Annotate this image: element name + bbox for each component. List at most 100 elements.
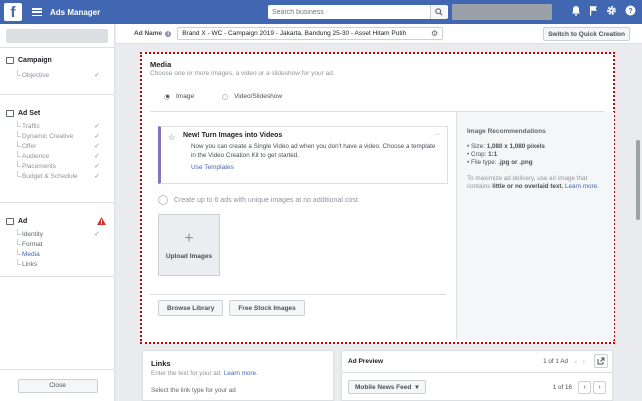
sidebar-section-ad: Ad Identity ✓ Format Media Links [0, 203, 114, 277]
info-icon[interactable]: i [165, 30, 172, 37]
search-button[interactable] [430, 5, 446, 19]
upload-images-button[interactable]: + Upload Images [158, 214, 220, 276]
campaign-icon [6, 56, 14, 64]
notice-title: New! Turn Images into Videos [183, 132, 283, 139]
use-templates-link[interactable]: Use Templates [191, 164, 439, 171]
top-icons: ? [571, 5, 636, 16]
sidebar-section-adset: Ad Set Traffic ✓ Dynamic Creative ✓ Offer ✓… [0, 95, 114, 203]
sidebar-item-media[interactable]: Media [6, 249, 108, 259]
facebook-logo-icon[interactable]: f [4, 3, 22, 21]
radio-selected-icon [164, 93, 170, 100]
sidebar-item-traffic[interactable]: Traffic ✓ [6, 121, 108, 131]
recommendations-list: • Size: 1,080 x 1,080 pixels • Crop: 1:1… [467, 143, 604, 167]
ad-name-input[interactable]: Brand X - WC - Campaign 2019 - Jakarta, … [177, 27, 444, 40]
sidebar-item-campaign[interactable]: Campaign [6, 54, 108, 66]
check-icon: ✓ [94, 143, 100, 150]
top-bar: f Ads Manager ? [0, 0, 642, 24]
recommendations-note: To maximize ad delivery, use an image th… [467, 175, 599, 190]
sidebar-item-identity[interactable]: Identity ✓ [6, 229, 108, 239]
sidebar-item-dynamic-creative[interactable]: Dynamic Creative ✓ [6, 131, 108, 141]
sidebar-item-ad[interactable]: Ad [6, 215, 108, 227]
open-preview-button[interactable] [594, 354, 608, 368]
media-left-column: ☆ New! Turn Images into Videos Now you c… [158, 126, 448, 276]
next-placement-button[interactable]: › [593, 380, 606, 394]
ad-name-bar: Ad Name i Brand X - WC - Campaign 2019 - … [116, 24, 642, 44]
preview-controls: Mobile News Feed ▾ 1 of 16 ‹ › [342, 373, 612, 401]
ad-preview-title: Ad Preview [348, 358, 384, 365]
svg-text:?: ? [628, 8, 632, 15]
more-options-icon[interactable]: ··· [434, 131, 441, 138]
warning-icon [97, 217, 106, 225]
check-icon: ✓ [94, 123, 100, 130]
app-title[interactable]: Ads Manager [50, 8, 100, 17]
sidebar-header [0, 24, 114, 48]
sidebar-item-budget-schedule[interactable]: Budget & Schedule ✓ [6, 171, 108, 181]
ad-preview-panel: Ad Preview 1 of 1 Ad ‹› Mobile News Feed… [341, 350, 613, 401]
check-icon: ✓ [94, 133, 100, 140]
adset-icon [6, 109, 14, 117]
rec-crop: • Crop: 1:1 [467, 151, 498, 158]
close-button[interactable]: Close [17, 378, 98, 393]
sidebar-section-campaign: Campaign Objective ✓ [0, 48, 114, 95]
check-icon: ✓ [94, 173, 100, 180]
radio-unselected-icon [222, 93, 229, 100]
media-library-buttons: Browse Library Free Stock Images [150, 294, 446, 316]
plus-icon: + [184, 229, 194, 247]
bell-icon[interactable] [571, 5, 581, 16]
link-type-label: Select the link type for your ad [151, 387, 236, 394]
account-selector[interactable] [452, 4, 552, 20]
multiple-images-icon [158, 195, 168, 205]
learn-more-link[interactable]: Learn more. [565, 183, 599, 190]
sidebar-item-links[interactable]: Links [6, 259, 108, 269]
prev-placement-button[interactable]: ‹ [578, 380, 591, 394]
settings-gear-icon[interactable]: ⚙ [431, 29, 438, 38]
links-section: Links Enter the text for your ad. Learn … [142, 350, 334, 401]
sidebar-item-placements[interactable]: Placements ✓ [6, 161, 108, 171]
sidebar-item-objective[interactable]: Objective ✓ [6, 70, 108, 80]
menu-icon[interactable] [32, 8, 42, 16]
check-icon: ✓ [94, 163, 100, 170]
browse-library-button[interactable]: Browse Library [158, 300, 224, 316]
media-section: Media Choose one or more images, a video… [140, 52, 615, 344]
radio-video-slideshow[interactable]: Video/Slideshow [222, 93, 282, 100]
check-icon: ✓ [94, 72, 100, 79]
sidebar-item-format[interactable]: Format [6, 239, 108, 249]
ad-nav-arrows[interactable]: ‹› [575, 357, 590, 366]
sidebar-item-adset[interactable]: Ad Set [6, 107, 108, 119]
ad-preview-header: Ad Preview 1 of 1 Ad ‹› [342, 351, 612, 373]
flag-icon[interactable] [589, 5, 598, 16]
radio-image[interactable]: Image [164, 93, 194, 100]
rec-file-type: • File type: .jpg or .png [467, 159, 533, 166]
check-icon: ✓ [94, 153, 100, 160]
page-scrollbar[interactable] [636, 140, 640, 220]
account-name-placeholder [6, 28, 108, 43]
sidebar-footer: Close [0, 369, 115, 401]
help-icon[interactable]: ? [625, 5, 636, 16]
star-icon: ☆ [168, 133, 176, 142]
placement-count: 1 of 16 [552, 383, 572, 391]
check-icon: ✓ [94, 231, 100, 238]
upload-images-label: Upload Images [165, 252, 213, 260]
search-box [268, 5, 448, 19]
placement-dropdown[interactable]: Mobile News Feed ▾ [348, 380, 426, 394]
caret-down-icon: ▾ [415, 384, 419, 391]
ad-count: 1 of 1 Ad [543, 358, 568, 365]
media-header: Media Choose one or more images, a video… [142, 54, 613, 77]
placement-nav: ‹ › [578, 380, 606, 394]
sidebar-item-audience[interactable]: Audience ✓ [6, 151, 108, 161]
free-stock-images-button[interactable]: Free Stock Images [229, 300, 305, 316]
external-link-icon [597, 357, 605, 365]
ad-name-label: Ad Name i [134, 30, 172, 37]
rec-size: • Size: 1,080 x 1,080 pixels [467, 143, 545, 150]
create-ads-hint: Create up to 6 ads with unique images at… [158, 194, 448, 206]
search-input[interactable] [268, 6, 430, 18]
links-title: Links [151, 359, 171, 368]
ad-icon [6, 217, 14, 225]
switch-to-quick-creation-button[interactable]: Switch to Quick Creation [543, 27, 630, 41]
sidebar-item-offer[interactable]: Offer ✓ [6, 141, 108, 151]
recommendations-title: Image Recommendations [467, 128, 546, 135]
links-learn-more-link[interactable]: Learn more. [224, 370, 258, 377]
search-icon [434, 8, 443, 16]
video-templates-notice: ☆ New! Turn Images into Videos Now you c… [158, 126, 448, 184]
gear-icon[interactable] [606, 5, 617, 16]
